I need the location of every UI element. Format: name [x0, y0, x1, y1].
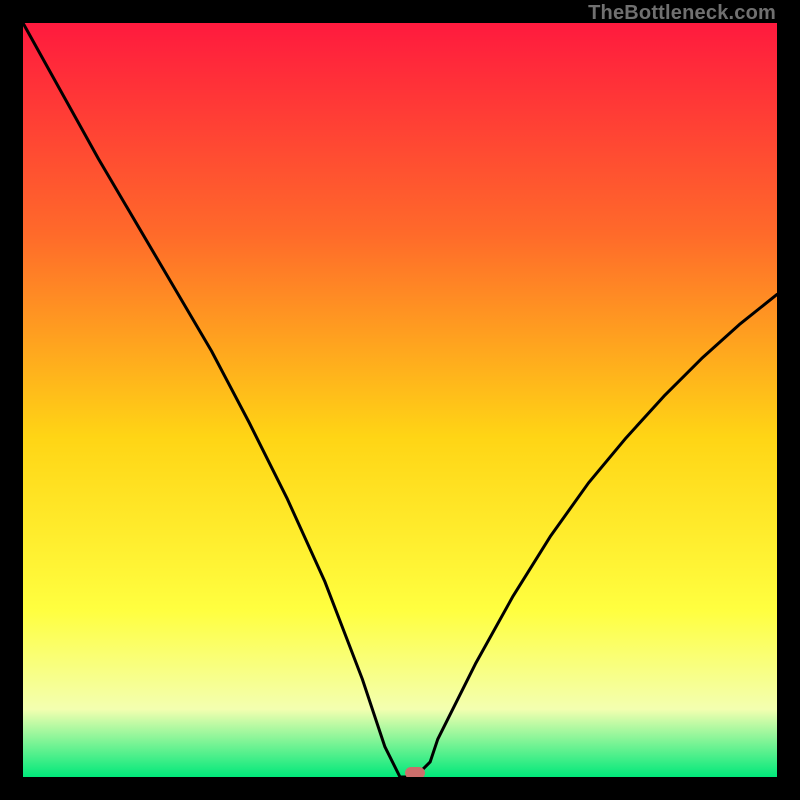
watermark-text: TheBottleneck.com	[588, 2, 776, 25]
plot-area	[23, 23, 777, 777]
optimal-point-marker	[405, 767, 425, 777]
chart-frame: TheBottleneck.com	[0, 0, 800, 800]
bottleneck-curve	[23, 23, 777, 777]
